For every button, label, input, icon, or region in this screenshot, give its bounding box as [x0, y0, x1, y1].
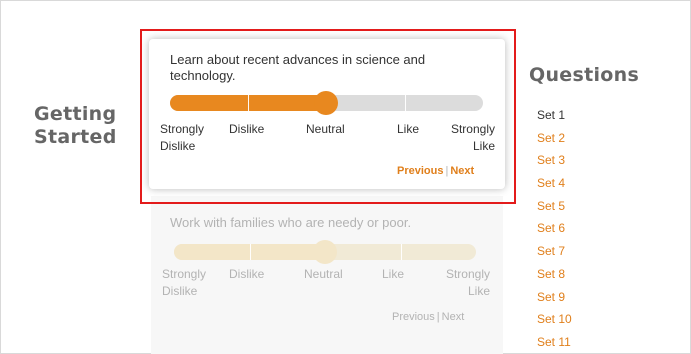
question-set-item[interactable]: Set 5 [537, 195, 572, 218]
next-question-prompt: Work with families who are needy or poor… [170, 215, 412, 230]
next-scale-strongly-dislike: Strongly Dislike [162, 267, 207, 298]
next-scale-dislike: Dislike [229, 267, 265, 281]
question-set-item[interactable]: Set 11 [537, 331, 572, 354]
question-set-item[interactable]: Set 3 [537, 149, 572, 172]
next-question-slider-thumb [313, 240, 337, 264]
question-set-list: Set 1 Set 2 Set 3 Set 4 Set 5 Set 6 Set … [537, 104, 572, 354]
question-set-item[interactable]: Set 10 [537, 308, 572, 331]
question-set-item[interactable]: Set 8 [537, 263, 572, 286]
next-link[interactable]: Next [442, 311, 465, 323]
slider-tick [249, 244, 251, 260]
question-set-item[interactable]: Set 2 [537, 127, 572, 150]
previous-link[interactable]: Previous [392, 311, 435, 323]
question-set-item[interactable]: Set 7 [537, 240, 572, 263]
question-set-item[interactable]: Set 1 [537, 104, 572, 127]
next-scale-strongly-like: Strongly Like [445, 267, 490, 298]
question-set-item[interactable]: Set 6 [537, 217, 572, 240]
next-question-pager: Previous | Next [392, 311, 465, 323]
getting-started-heading: Getting Started [34, 103, 117, 148]
next-scale-neutral: Neutral [304, 267, 343, 281]
next-scale-like: Like [382, 267, 405, 281]
question-set-item[interactable]: Set 4 [537, 172, 572, 195]
slider-tick [400, 244, 402, 260]
question-set-item[interactable]: Set 9 [537, 286, 572, 309]
questions-heading: Questions [529, 64, 640, 86]
highlight-box [140, 29, 516, 204]
